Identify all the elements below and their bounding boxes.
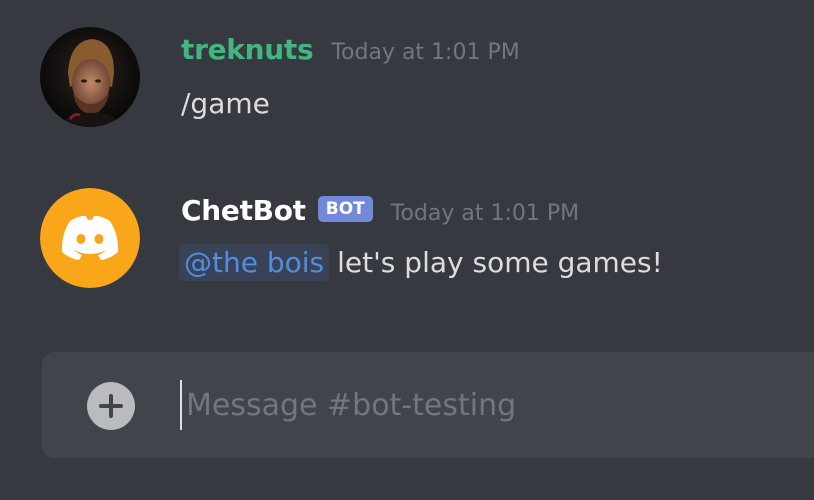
- message-content: /game: [181, 83, 270, 123]
- author-name[interactable]: treknuts: [181, 33, 314, 66]
- role-mention-label: @the bois: [184, 245, 325, 279]
- message-timestamp: Today at 1:01 PM: [331, 39, 520, 65]
- discord-logo-icon: [40, 188, 140, 288]
- user-avatar[interactable]: [40, 27, 140, 127]
- author-name[interactable]: ChetBot: [181, 194, 306, 227]
- message-composer: [42, 352, 814, 458]
- message-timestamp: Today at 1:01 PM: [390, 200, 580, 226]
- role-mention[interactable]: @the bois: [179, 243, 330, 281]
- bot-badge: BOT: [317, 196, 373, 222]
- plus-circle-icon[interactable]: [87, 382, 135, 430]
- message-header: ChetBot BOT Today at 1:01 PM: [181, 188, 579, 232]
- message-input[interactable]: [180, 376, 814, 434]
- message-text: let's play some games!: [337, 245, 663, 279]
- message-content: @the bois let's play some games!: [179, 242, 663, 282]
- user-photo-avatar: [40, 27, 140, 127]
- message-text: /game: [181, 86, 270, 120]
- bot-avatar[interactable]: [40, 188, 140, 288]
- chat-window: treknuts Today at 1:01 PM /game ChetBot …: [0, 0, 814, 500]
- message-header: treknuts Today at 1:01 PM: [181, 27, 520, 71]
